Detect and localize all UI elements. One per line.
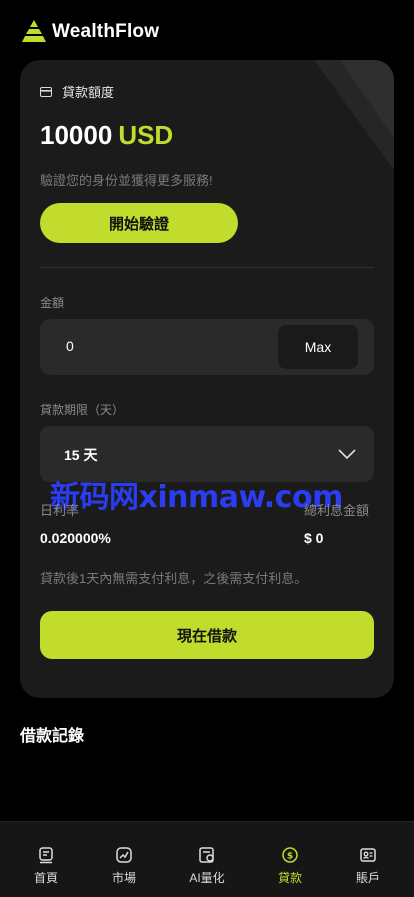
tab-home[interactable]: 首頁 <box>16 846 76 886</box>
quota-label: 貸款額度 <box>62 85 115 100</box>
brand-name: WealthFlow <box>52 21 160 42</box>
interest-note: 貸款後1天內無需支付利息，之後需支付利息。 <box>40 571 308 586</box>
quota-currency: USD <box>118 120 174 150</box>
ai-icon <box>199 847 214 863</box>
start-verification-button[interactable]: 開始驗證 <box>40 203 238 243</box>
term-label: 貸款期限（天） <box>40 403 125 417</box>
quota-row: 貸款額度 <box>40 82 114 101</box>
borrow-now-button[interactable]: 現在借款 <box>40 611 374 659</box>
total-interest-label: 總利息金額 <box>304 503 370 518</box>
daily-rate-label: 日利率 <box>40 503 80 518</box>
loan-icon: $ <box>282 847 298 863</box>
svg-text:$: $ <box>287 852 293 862</box>
tab-label-ai-quant: AI量化 <box>189 871 225 885</box>
term-selected-value: 15 天 <box>64 447 98 463</box>
tab-label-loan: 貸款 <box>277 871 302 885</box>
verify-hint: 驗證您的身份並獲得更多服務! <box>40 173 213 188</box>
bottom-tab-bar: 首頁 市場 AI量化 $ 貸款 賬戶 <box>0 821 414 897</box>
tab-market[interactable]: 市場 <box>94 846 154 886</box>
card-decoration <box>314 60 394 170</box>
amount-label: 金額 <box>40 296 65 310</box>
account-icon <box>360 848 376 862</box>
tab-ai-quant[interactable]: AI量化 <box>177 846 237 886</box>
chart-icon <box>116 847 132 863</box>
tab-loan[interactable]: $ 貸款 <box>260 846 320 886</box>
tab-account[interactable]: 賬戶 <box>338 846 398 886</box>
chevron-down-icon <box>338 449 356 460</box>
daily-rate-value: 0.020000% <box>40 530 111 546</box>
amount-field: Max <box>40 319 374 375</box>
quota-amount: 10000 USD <box>40 120 173 151</box>
tab-label-home: 首頁 <box>33 871 58 885</box>
tab-label-account: 賬戶 <box>355 871 380 885</box>
home-icon <box>39 847 53 864</box>
quota-value: 10000 <box>40 120 113 150</box>
divider <box>40 267 374 268</box>
wallet-icon <box>40 86 52 97</box>
loan-records-title: 借款記錄 <box>20 728 85 745</box>
loan-card: 貸款額度 10000USD 驗證您的身份並獲得更多服務! 開始驗證 金額 Max… <box>20 60 394 698</box>
total-interest-value: $ 0 <box>304 530 324 546</box>
logo-icon <box>22 20 46 42</box>
tab-label-market: 市場 <box>111 871 136 885</box>
app-header: WealthFlow <box>20 14 159 50</box>
max-button[interactable]: Max <box>278 325 358 369</box>
amount-input[interactable] <box>64 337 268 355</box>
